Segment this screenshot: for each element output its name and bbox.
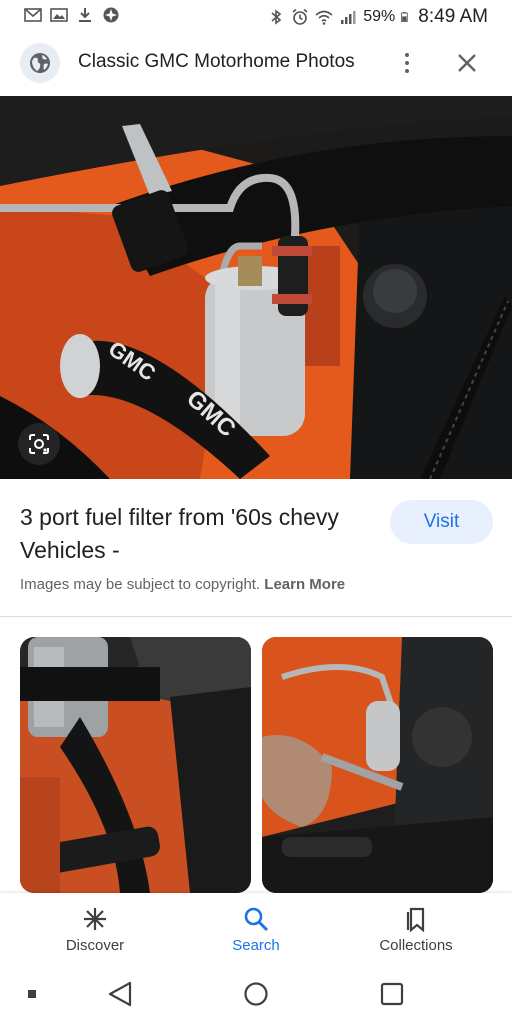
- divider: [0, 616, 512, 617]
- gmail-icon: [24, 8, 42, 22]
- result-title[interactable]: 3 port fuel filter from '60s chevy Vehic…: [20, 501, 370, 567]
- more-vert-icon[interactable]: [396, 48, 418, 78]
- wifi-icon: [315, 10, 333, 25]
- asterisk-icon: [84, 908, 106, 930]
- nav-label: Search: [232, 937, 280, 954]
- page-title: Classic GMC Motorhome Photos: [78, 51, 355, 72]
- visit-button[interactable]: Visit: [390, 500, 493, 544]
- notification-icons: [24, 6, 120, 24]
- close-icon[interactable]: [452, 48, 482, 78]
- pinwheel-icon: [103, 7, 119, 23]
- copyright-notice: Images may be subject to copyright. Lear…: [20, 576, 345, 593]
- clock-time: 8:49 AM: [418, 6, 488, 27]
- nav-collections[interactable]: Collections: [356, 905, 476, 954]
- globe-icon: [30, 53, 50, 73]
- download-icon: [79, 8, 91, 22]
- system-icons: 59% 8:49 AM: [267, 6, 488, 28]
- status-bar: 59% 8:49 AM: [0, 0, 512, 34]
- bottom-navigation: Discover Search Collections: [0, 893, 512, 971]
- related-photo: [20, 637, 251, 893]
- lens-icon: [29, 434, 49, 454]
- battery-percent: 59%: [363, 8, 396, 25]
- recents-dot-icon[interactable]: [28, 990, 36, 998]
- learn-more-link[interactable]: Learn More: [264, 576, 345, 593]
- engine-photo: GMC GMC: [0, 96, 512, 479]
- nav-search[interactable]: Search: [196, 905, 316, 954]
- copyright-text: Images may be subject to copyright.: [20, 576, 261, 593]
- main-image[interactable]: GMC GMC: [0, 96, 512, 479]
- search-icon: [244, 907, 269, 932]
- related-photo: [262, 637, 493, 893]
- nav-discover[interactable]: Discover: [35, 905, 155, 954]
- alarm-icon: [292, 8, 308, 25]
- home-icon[interactable]: [244, 982, 268, 1006]
- back-icon[interactable]: [108, 981, 132, 1007]
- signal-icon: [341, 11, 356, 24]
- nav-label: Discover: [65, 937, 125, 954]
- overview-icon[interactable]: [380, 982, 404, 1006]
- google-lens-button[interactable]: [18, 423, 60, 465]
- related-image[interactable]: [262, 637, 493, 893]
- nav-label: Collections: [379, 937, 453, 954]
- photo-icon: [50, 8, 68, 22]
- bluetooth-icon: [271, 9, 282, 25]
- battery-icon: [401, 11, 408, 23]
- related-image[interactable]: [20, 637, 251, 893]
- system-navigation-bar: [0, 971, 512, 1024]
- app-header: Classic GMC Motorhome Photos: [0, 34, 512, 96]
- site-favicon: [20, 43, 60, 83]
- bookmarks-icon: [406, 907, 425, 933]
